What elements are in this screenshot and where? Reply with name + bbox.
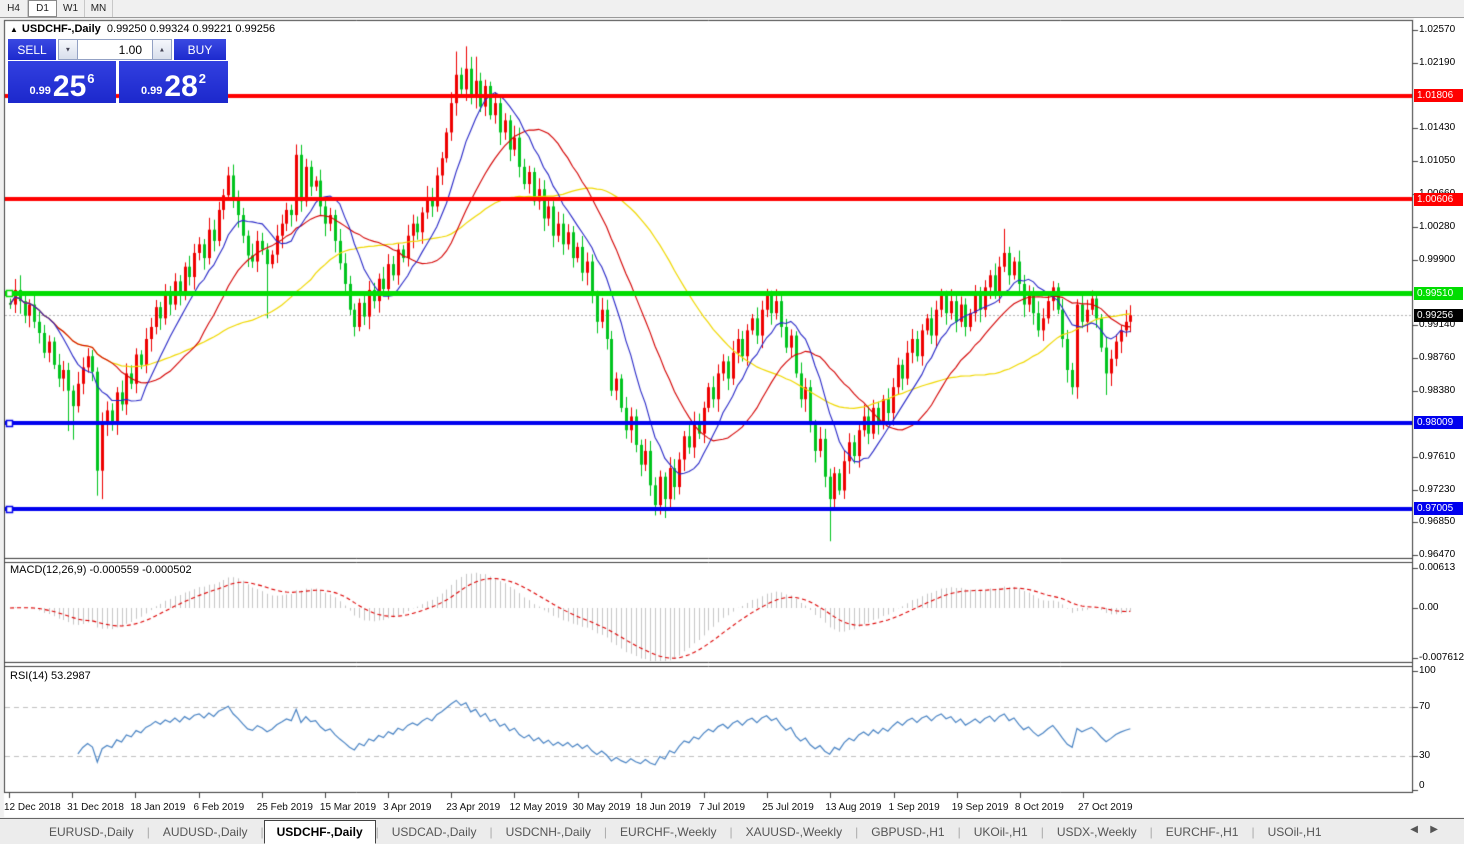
price-axis-label: 1.00280 <box>1419 221 1455 232</box>
hline-price-tag: 1.00606 <box>1414 193 1463 206</box>
tab-usdcad-daily[interactable]: USDCAD-,Daily <box>379 821 490 843</box>
price-axis-label: 0.99900 <box>1419 254 1455 265</box>
tab-eurchf-weekly[interactable]: EURCHF-,Weekly <box>607 821 729 843</box>
tab-usdcnh-daily[interactable]: USDCNH-,Daily <box>493 821 604 843</box>
current-price-tag: 0.99256 <box>1414 309 1463 322</box>
sell-button[interactable]: SELL <box>8 39 56 60</box>
date-axis-label: 13 Aug 2019 <box>825 802 881 813</box>
price-axis-label: 1.02190 <box>1419 57 1455 68</box>
buy-price-base: 0.99 <box>141 85 162 97</box>
date-axis-label: 23 Apr 2019 <box>446 802 500 813</box>
date-axis-label: 25 Jul 2019 <box>762 802 814 813</box>
rsi-axis-label: 0 <box>1419 780 1425 791</box>
sell-price-base: 0.99 <box>29 85 50 97</box>
timeframe-button-d1[interactable]: D1 <box>28 0 57 17</box>
price-axis-label: 0.96850 <box>1419 516 1455 527</box>
date-axis-label: 18 Jan 2019 <box>130 802 185 813</box>
rsi-axis-label: 70 <box>1419 701 1430 712</box>
one-click-trade-panel: SELL ▼ 1.00 ▲ BUY 0.99 25 6 0.99 28 2 <box>8 39 228 103</box>
chart-symbol-label: USDCHF-,Daily <box>22 23 101 35</box>
rsi-axis-label: 100 <box>1419 665 1436 676</box>
chevron-down-icon: ▼ <box>65 46 71 53</box>
price-axis-label: 1.02570 <box>1419 24 1455 35</box>
tab-usdx-weekly[interactable]: USDX-,Weekly <box>1044 821 1150 843</box>
rsi-axis-label: 30 <box>1419 750 1430 761</box>
date-axis-label: 7 Jul 2019 <box>699 802 745 813</box>
price-axis-label: 0.98760 <box>1419 352 1455 363</box>
price-axis-label: 1.01430 <box>1419 122 1455 133</box>
volume-input[interactable]: 1.00 <box>78 39 152 60</box>
price-axis-label: 0.97230 <box>1419 484 1455 495</box>
price-axis-label: 0.96470 <box>1419 549 1455 560</box>
date-axis-label: 19 Sep 2019 <box>952 802 1009 813</box>
macd-indicator-label: MACD(12,26,9) -0.000559 -0.000502 <box>10 564 192 576</box>
price-axis-label: 0.98380 <box>1419 385 1455 396</box>
timeframe-toolbar: H4D1W1MN <box>0 0 1464 18</box>
date-axis-label: 30 May 2019 <box>573 802 631 813</box>
tab-scroll-left-icon[interactable]: ◀ <box>1410 824 1418 835</box>
date-axis-label: 31 Dec 2018 <box>67 802 124 813</box>
hline-price-tag: 1.01806 <box>1414 89 1463 102</box>
date-axis-label: 1 Sep 2019 <box>889 802 940 813</box>
macd-axis-label: 0.00 <box>1419 602 1438 613</box>
tab-audusd-daily[interactable]: AUDUSD-,Daily <box>150 821 261 843</box>
volume-decrease-button[interactable]: ▼ <box>58 39 78 60</box>
date-axis-label: 27 Oct 2019 <box>1078 802 1132 813</box>
tab-eurusd-daily[interactable]: EURUSD-,Daily <box>36 821 147 843</box>
buy-price-point: 2 <box>199 71 206 86</box>
date-axis-label: 12 Dec 2018 <box>4 802 61 813</box>
hline-price-tag: 0.98009 <box>1414 416 1463 429</box>
tab-eurchf-h1[interactable]: EURCHF-,H1 <box>1153 821 1252 843</box>
tab-usoil-h1[interactable]: USOil-,H1 <box>1255 821 1335 843</box>
price-axis-label: 0.97610 <box>1419 451 1455 462</box>
date-axis-label: 15 Mar 2019 <box>320 802 376 813</box>
tab-ukoil-h1[interactable]: UKOil-,H1 <box>961 821 1041 843</box>
date-axis-label: 25 Feb 2019 <box>257 802 313 813</box>
sell-price-display[interactable]: 0.99 25 6 <box>8 61 116 103</box>
sell-price-pips: 25 <box>53 74 86 100</box>
chart-title: ▲ USDCHF-,Daily 0.99250 0.99324 0.99221 0… <box>10 23 275 35</box>
timeframe-button-mn[interactable]: MN <box>85 0 113 17</box>
collapse-panel-icon[interactable]: ▲ <box>10 25 18 34</box>
volume-increase-button[interactable]: ▲ <box>152 39 172 60</box>
date-axis-label: 6 Feb 2019 <box>194 802 245 813</box>
price-axis-label: 1.01050 <box>1419 155 1455 166</box>
date-axis-label: 18 Jun 2019 <box>636 802 691 813</box>
chart-tab-bar: EURUSD-,Daily|AUDUSD-,Daily|USDCHF-,Dail… <box>0 818 1464 844</box>
timeframe-button-w1[interactable]: W1 <box>57 0 85 17</box>
tab-scroll-right-icon[interactable]: ▶ <box>1430 824 1438 835</box>
rsi-indicator-label: RSI(14) 53.2987 <box>10 670 91 682</box>
date-axis-label: 12 May 2019 <box>509 802 567 813</box>
macd-axis-label: 0.00613 <box>1419 562 1455 573</box>
date-axis-label: 3 Apr 2019 <box>383 802 431 813</box>
hline-price-tag: 0.97005 <box>1414 502 1463 515</box>
buy-button[interactable]: BUY <box>174 39 226 60</box>
chart-ohlc-values: 0.99250 0.99324 0.99221 0.99256 <box>107 23 275 35</box>
buy-price-display[interactable]: 0.99 28 2 <box>119 61 228 103</box>
macd-axis-label: -0.007612 <box>1419 652 1464 663</box>
chevron-up-icon: ▲ <box>159 46 165 53</box>
tab-usdchf-daily[interactable]: USDCHF-,Daily <box>264 820 376 844</box>
buy-price-pips: 28 <box>164 74 197 100</box>
sell-price-point: 6 <box>87 71 94 86</box>
tab-xauusd-weekly[interactable]: XAUUSD-,Weekly <box>733 821 855 843</box>
tab-gbpusd-h1[interactable]: GBPUSD-,H1 <box>858 821 957 843</box>
price-chart-canvas[interactable] <box>0 0 1464 844</box>
timeframe-button-h4[interactable]: H4 <box>0 0 28 17</box>
hline-price-tag: 0.99510 <box>1414 287 1463 300</box>
date-axis-label: 8 Oct 2019 <box>1015 802 1064 813</box>
